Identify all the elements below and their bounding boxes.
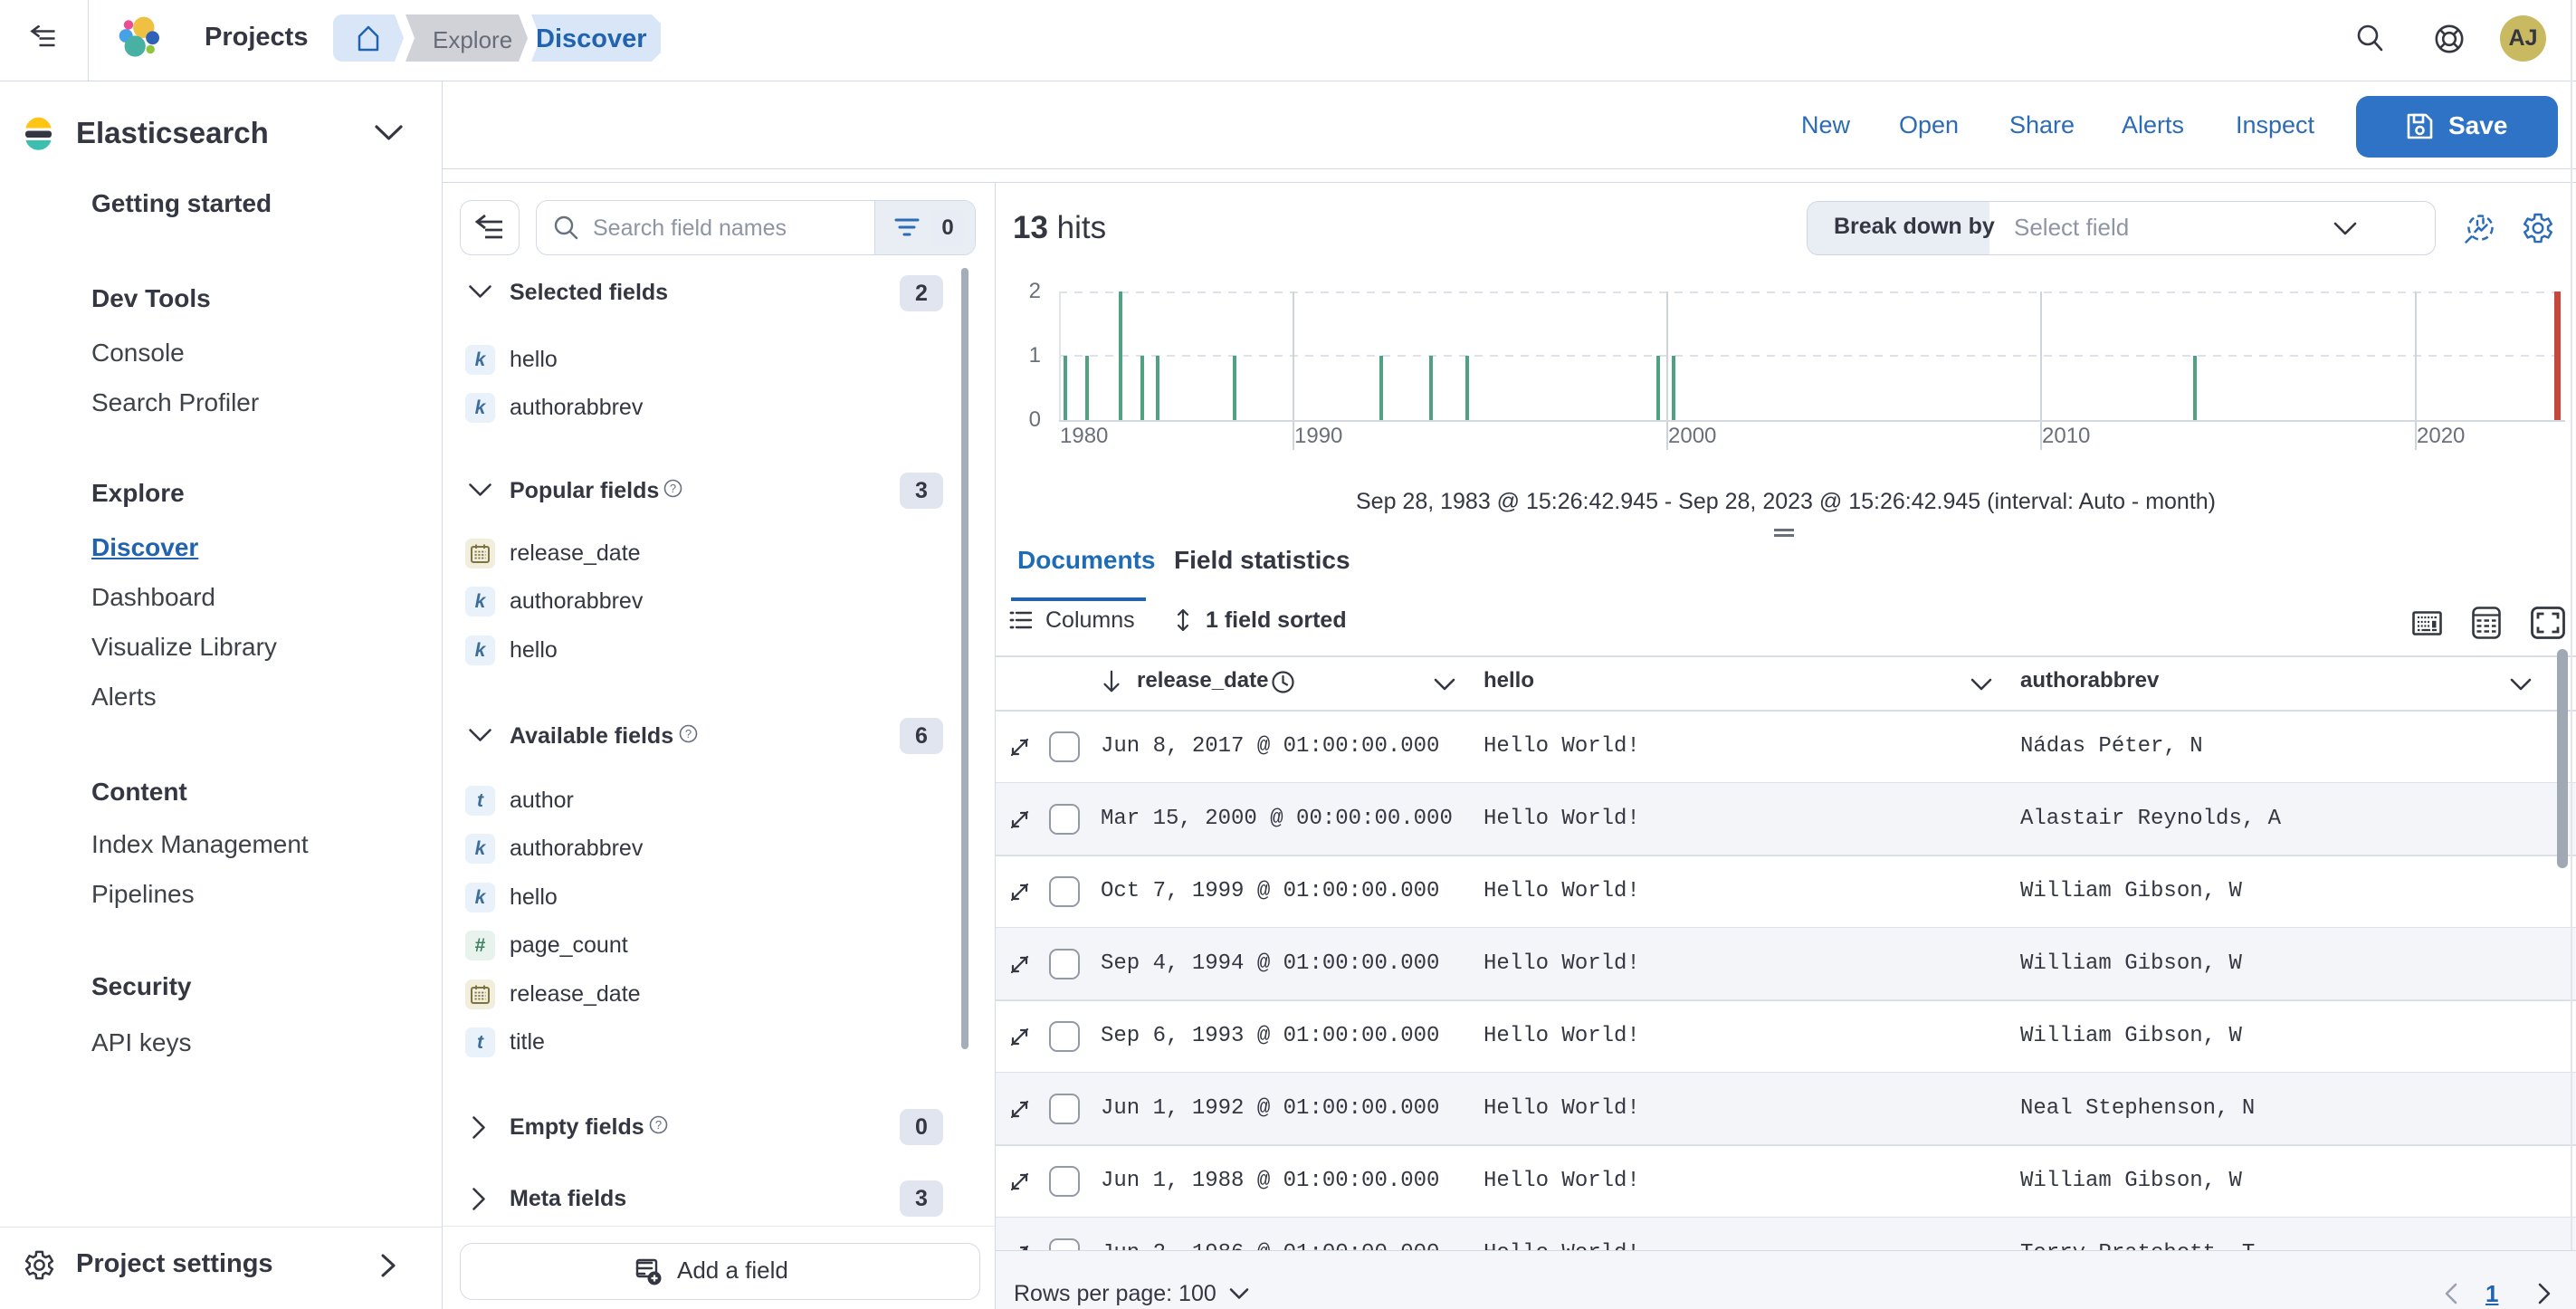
svg-text:?: ?: [655, 1118, 662, 1132]
svg-text:?: ?: [670, 482, 676, 495]
svg-text:?: ?: [685, 727, 692, 740]
